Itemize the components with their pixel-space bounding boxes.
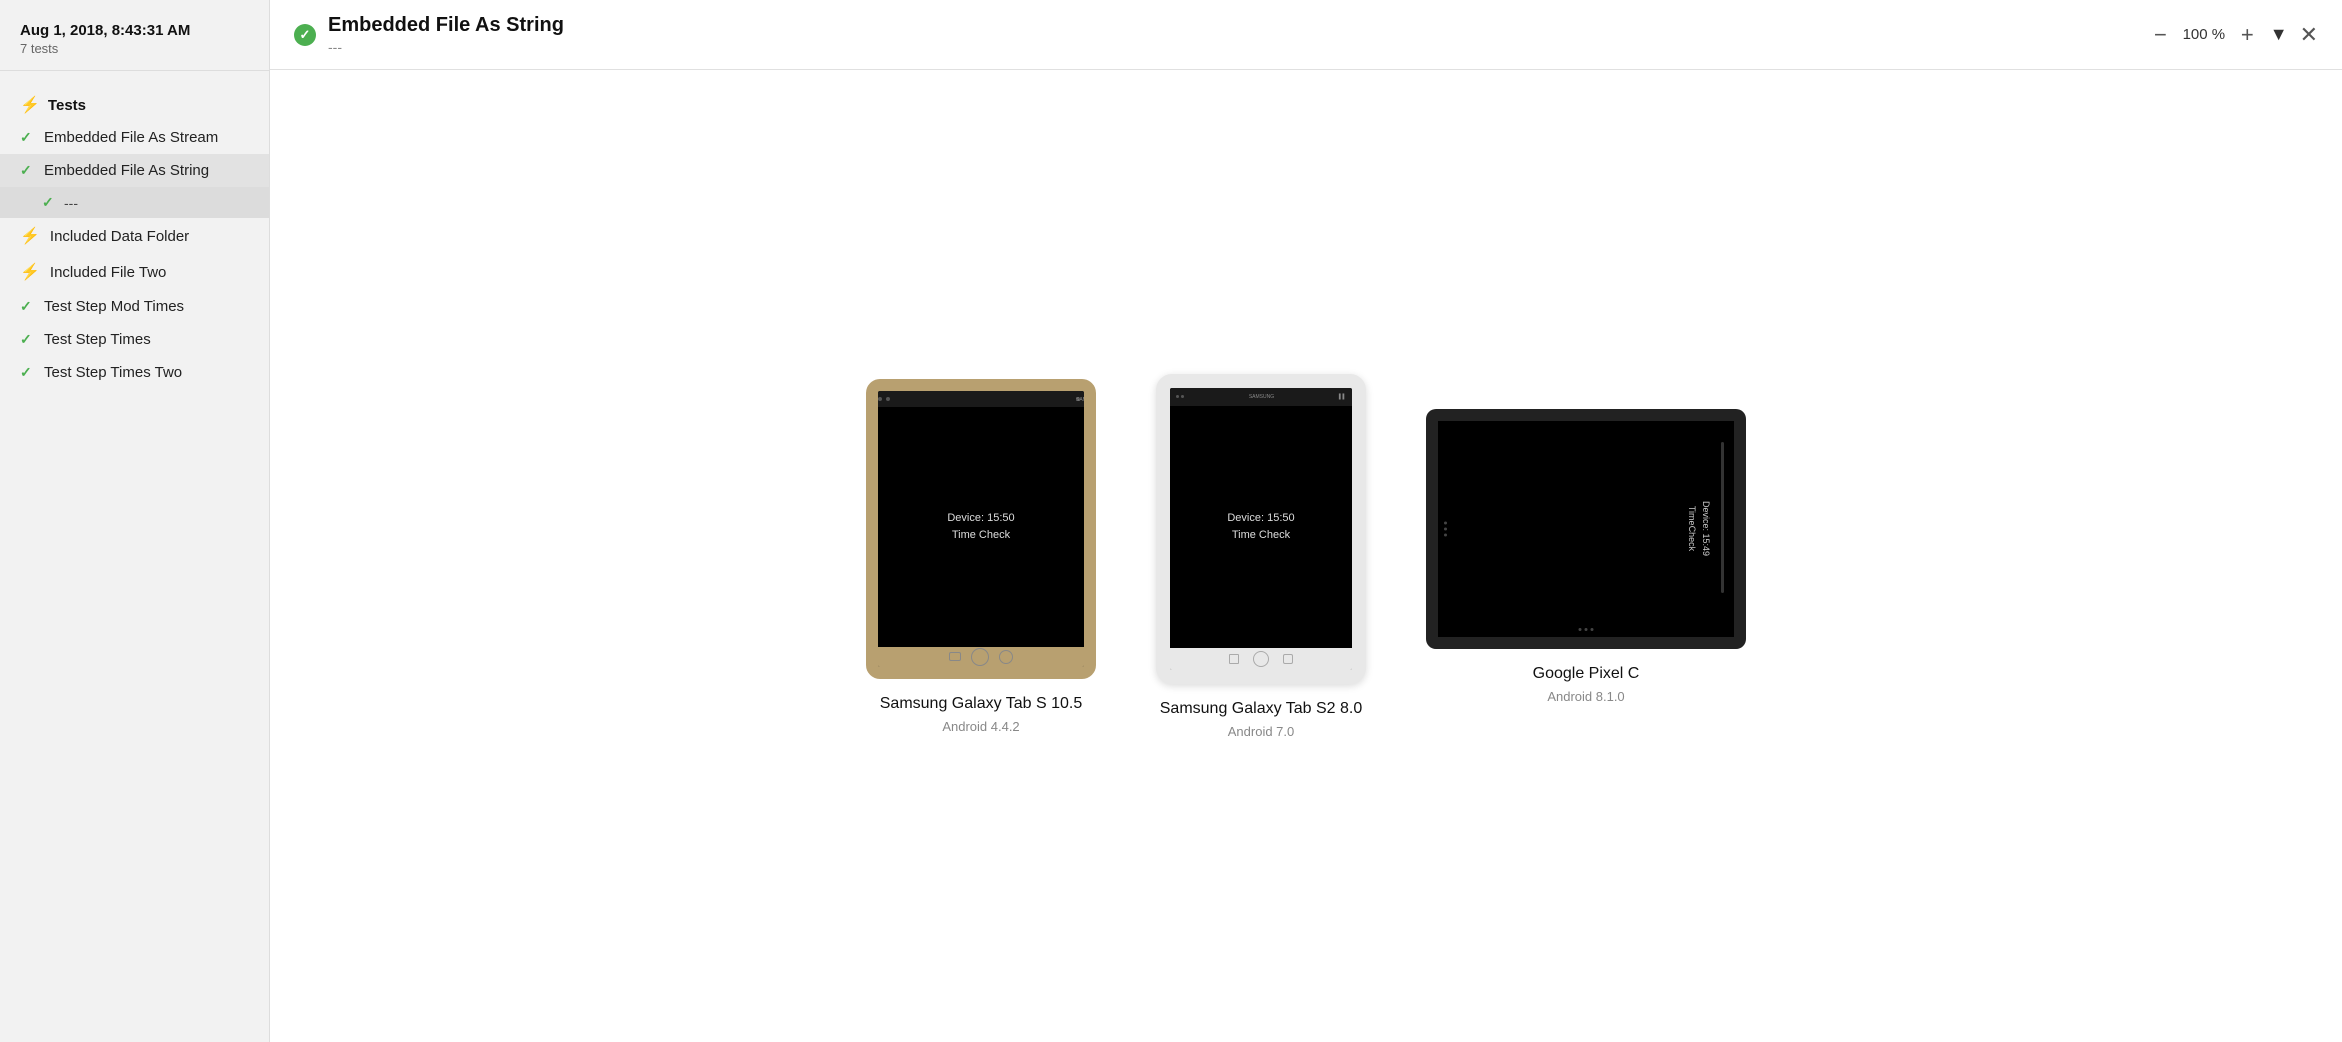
sidebar-item-included-file-two[interactable]: ⚡ Included File Two [0, 254, 269, 290]
sidebar-date: Aug 1, 2018, 8:43:31 AM [20, 22, 249, 39]
nav-back-button [949, 652, 961, 661]
sidebar-item-label: Embedded File As String [44, 162, 209, 179]
sidebar-item-included-data-folder[interactable]: ⚡ Included Data Folder [0, 218, 269, 254]
sidebar-sub-item-dashes[interactable]: ✓ --- [0, 187, 269, 218]
topbar-title-area: ✓ Embedded File As String --- [294, 14, 2136, 55]
pass-indicator: ✓ [294, 24, 316, 46]
device-grid: SAMSUNG Device: 15:50 Time Check Samsung… [270, 70, 2342, 1042]
sidebar-nav: ⚡ Tests ✓ Embedded File As Stream ✓ Embe… [0, 71, 269, 389]
tablet-bottom-bar [1170, 648, 1352, 670]
nav-back-button [1229, 654, 1239, 664]
tablet-screen: Device: 15:50 Time Check [878, 407, 1084, 647]
zoom-control: − 100 % + [2150, 22, 2258, 48]
tablet-mockup-s105: SAMSUNG Device: 15:50 Time Check [866, 379, 1096, 679]
topbar-controls: − 100 % + ▼ ✕ [2150, 22, 2318, 48]
bottom-dots [1579, 628, 1594, 631]
check-icon: ✓ [42, 194, 56, 211]
topbar: ✓ Embedded File As String --- − 100 % + … [270, 0, 2342, 70]
nav-home-button [1253, 651, 1269, 667]
sidebar: Aug 1, 2018, 8:43:31 AM 7 tests ⚡ Tests … [0, 0, 270, 1042]
sidebar-item-embedded-file-as-string[interactable]: ✓ Embedded File As String [0, 154, 269, 187]
status-right: ▌▌ [1339, 394, 1346, 400]
dot [1181, 395, 1184, 398]
nav-home-button [971, 648, 989, 666]
sidebar-item-label: Embedded File As Stream [44, 129, 218, 146]
camera-dots [1176, 395, 1184, 398]
scrollbar [1721, 442, 1724, 593]
dot [1585, 628, 1588, 631]
device-card-google-pixel-c: Device: 15:49 TimeCheck Google Pixel C A… [1426, 409, 1746, 704]
topbar-title-text-group: Embedded File As String --- [328, 14, 564, 55]
topbar-title: Embedded File As String [328, 14, 564, 37]
tablet-mockup-pixel-c: Device: 15:49 TimeCheck [1426, 409, 1746, 649]
dot [1579, 628, 1582, 631]
device-os-pixel-c: Android 8.1.0 [1547, 689, 1624, 704]
check-icon: ✓ [20, 364, 34, 381]
dot [1444, 521, 1447, 524]
sidebar-item-label: Included Data Folder [50, 228, 189, 245]
device-name-s105: Samsung Galaxy Tab S 10.5 [880, 695, 1083, 713]
topbar-subtitle: --- [328, 39, 564, 55]
main-content: ✓ Embedded File As String --- − 100 % + … [270, 0, 2342, 1042]
zoom-in-button[interactable]: + [2237, 22, 2258, 48]
sidebar-item-test-step-times[interactable]: ✓ Test Step Times [0, 323, 269, 356]
side-dots [1444, 521, 1447, 536]
tablet-top-bar: SAMSUNG [878, 391, 1084, 407]
status-bar: SAMSUNG [1076, 397, 1080, 401]
sidebar-section-tests[interactable]: ⚡ Tests [0, 89, 269, 121]
check-icon: ✓ [20, 298, 34, 315]
filter-button[interactable]: ▼ [2270, 24, 2288, 45]
dot [886, 397, 890, 401]
tablet-top-bar: SAMSUNG ▌▌ [1170, 388, 1352, 406]
check-icon: ✓ [20, 331, 34, 348]
tablet-bottom-bar [878, 647, 1084, 667]
close-button[interactable]: ✕ [2300, 24, 2318, 46]
device-name-s2: Samsung Galaxy Tab S2 8.0 [1160, 700, 1363, 718]
zoom-out-button[interactable]: − [2150, 22, 2171, 48]
zoom-level-label: 100 % [2179, 26, 2229, 43]
sidebar-sub-item-label: --- [64, 195, 78, 211]
lightning-icon: ⚡ [20, 95, 40, 115]
sidebar-item-test-step-mod-times[interactable]: ✓ Test Step Mod Times [0, 290, 269, 323]
screen-content-rotated: Device: 15:49 TimeCheck [1685, 501, 1712, 556]
nav-recent-button [999, 650, 1013, 664]
signal-icon: ▌▌ [1339, 394, 1346, 400]
lightning-icon: ⚡ [20, 226, 40, 246]
sidebar-item-label: Test Step Times Two [44, 364, 182, 381]
screen-content: Device: 15:50 Time Check [947, 510, 1014, 543]
device-os-s105: Android 4.4.2 [942, 719, 1019, 734]
nav-recent-button [1283, 654, 1293, 664]
tablet-screen: Device: 15:50 Time Check [1170, 406, 1352, 648]
sidebar-header: Aug 1, 2018, 8:43:31 AM 7 tests [0, 0, 269, 71]
device-card-samsung-tab-s2: SAMSUNG ▌▌ Device: 15:50 Time Check [1156, 374, 1366, 739]
sidebar-item-label: Test Step Mod Times [44, 298, 184, 315]
device-card-samsung-tab-s105: SAMSUNG Device: 15:50 Time Check Samsung… [866, 379, 1096, 734]
brand-label: SAMSUNG [1249, 394, 1274, 400]
dot [878, 397, 882, 401]
sidebar-item-label: Included File Two [50, 264, 166, 281]
dot [1444, 533, 1447, 536]
sidebar-item-embedded-file-as-stream[interactable]: ✓ Embedded File As Stream [0, 121, 269, 154]
check-icon: ✓ [20, 129, 34, 146]
dot [1591, 628, 1594, 631]
dot [1176, 395, 1179, 398]
sidebar-section-label: Tests [48, 97, 86, 114]
device-name-pixel-c: Google Pixel C [1533, 665, 1640, 683]
sidebar-item-label: Test Step Times [44, 331, 151, 348]
sidebar-item-test-step-times-two[interactable]: ✓ Test Step Times Two [0, 356, 269, 389]
check-icon: ✓ [20, 162, 34, 179]
sidebar-count: 7 tests [20, 41, 249, 56]
device-os-s2: Android 7.0 [1228, 724, 1295, 739]
screen-content: Device: 15:50 Time Check [1227, 510, 1294, 543]
tablet-screen: Device: 15:49 TimeCheck [1438, 421, 1734, 637]
lightning-icon: ⚡ [20, 262, 40, 282]
tablet-mockup-s2: SAMSUNG ▌▌ Device: 15:50 Time Check [1156, 374, 1366, 684]
dot [1444, 527, 1447, 530]
